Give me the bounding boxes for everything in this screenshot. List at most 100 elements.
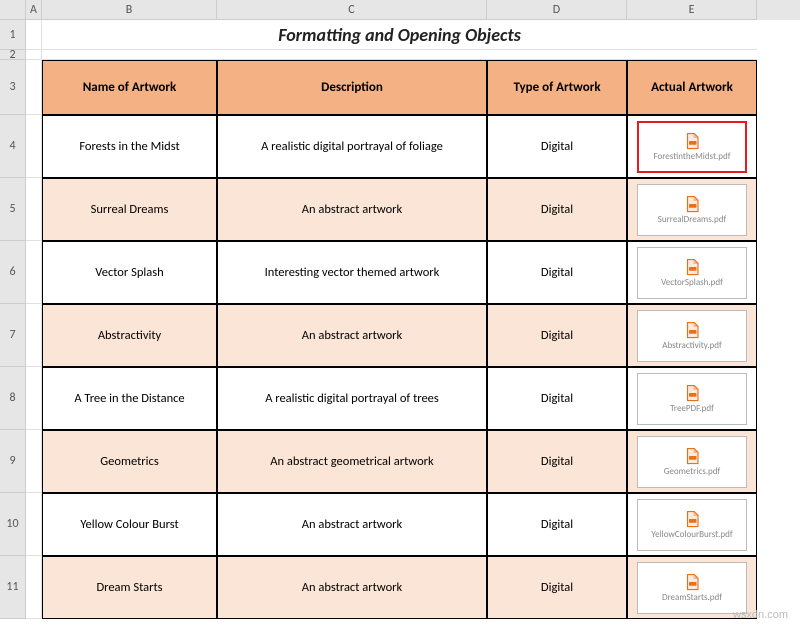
cell-name[interactable]: Vector Splash [42, 241, 217, 304]
cell-name[interactable]: Forests in the Midst [42, 115, 217, 178]
cell-artwork[interactable]: Abstractivity.pdf [627, 304, 757, 367]
embedded-pdf-object[interactable]: Abstractivity.pdf [637, 310, 747, 362]
row-header-4[interactable]: 4 [0, 115, 26, 178]
cell-description[interactable]: Interesting vector themed artwork [217, 241, 487, 304]
table-header-name[interactable]: Name of Artwork [42, 60, 217, 115]
row-header-7[interactable]: 7 [0, 304, 26, 367]
cell-type[interactable]: Digital [487, 178, 627, 241]
col-header-E[interactable]: E [627, 0, 757, 20]
row-header-9[interactable]: 9 [0, 430, 26, 493]
cell-type[interactable]: Digital [487, 493, 627, 556]
pdf-file-icon [683, 510, 701, 528]
embedded-file-label: TreePDF.pdf [670, 404, 714, 414]
cell-A6[interactable] [26, 241, 42, 304]
cell-description[interactable]: An abstract artwork [217, 493, 487, 556]
cell-A1[interactable] [26, 20, 42, 50]
table-row: 11 Dream StartsAn abstract artworkDigital… [0, 556, 800, 619]
col-header-D[interactable]: D [487, 0, 627, 20]
table-header-type[interactable]: Type of Artwork [487, 60, 627, 115]
cell-name[interactable]: Yellow Colour Burst [42, 493, 217, 556]
cell-A2[interactable] [26, 50, 42, 60]
cell-artwork[interactable]: Geometrics.pdf [627, 430, 757, 493]
cell-type[interactable]: Digital [487, 115, 627, 178]
spreadsheet-sheet: A B C D E 1 Formatting and Opening Objec… [0, 0, 800, 627]
column-header-row: A B C D E [0, 0, 800, 20]
embedded-pdf-object[interactable]: SurrealDreams.pdf [637, 184, 747, 236]
row-header-6[interactable]: 6 [0, 241, 26, 304]
cell-A10[interactable] [26, 493, 42, 556]
embedded-file-label: DreamStarts.pdf [662, 593, 722, 603]
embedded-file-label: VectorSplash.pdf [661, 278, 723, 288]
table-row: 7 AbstractivityAn abstract artworkDigital… [0, 304, 800, 367]
cell-type[interactable]: Digital [487, 556, 627, 619]
embedded-file-label: ForestintheMidst.pdf [654, 152, 731, 162]
pdf-file-icon [683, 447, 701, 465]
cell-artwork[interactable]: VectorSplash.pdf [627, 241, 757, 304]
cell-name[interactable]: Surreal Dreams [42, 178, 217, 241]
cell-description[interactable]: An abstract artwork [217, 556, 487, 619]
row-header-11[interactable]: 11 [0, 556, 26, 619]
cell-A11[interactable] [26, 556, 42, 619]
table-row: 10 Yellow Colour BurstAn abstract artwork… [0, 493, 800, 556]
row-header-10[interactable]: 10 [0, 493, 26, 556]
pdf-file-icon [683, 258, 701, 276]
cell-type[interactable]: Digital [487, 367, 627, 430]
cell-name[interactable]: Dream Starts [42, 556, 217, 619]
embedded-pdf-object[interactable]: YellowColourBurst.pdf [637, 499, 747, 551]
table-header-description[interactable]: Description [217, 60, 487, 115]
cell-A8[interactable] [26, 367, 42, 430]
embedded-pdf-object[interactable]: Geometrics.pdf [637, 436, 747, 488]
page-title[interactable]: Formatting and Opening Objects [42, 20, 757, 50]
table-row: 5 Surreal DreamsAn abstract artworkDigita… [0, 178, 800, 241]
embedded-pdf-object[interactable]: ForestintheMidst.pdf [637, 121, 747, 173]
table-header-actual[interactable]: Actual Artwork [627, 60, 757, 115]
row-header-2[interactable]: 2 [0, 50, 26, 60]
cell-description[interactable]: An abstract geometrical artwork [217, 430, 487, 493]
row-header-8[interactable]: 8 [0, 367, 26, 430]
watermark: wsxdn.com [733, 609, 788, 621]
cell-A7[interactable] [26, 304, 42, 367]
table-row: 9 GeometricsAn abstract geometrical artwo… [0, 430, 800, 493]
row-header-1[interactable]: 1 [0, 20, 26, 50]
embedded-pdf-object[interactable]: DreamStarts.pdf [637, 562, 747, 614]
pdf-file-icon [683, 384, 701, 402]
cell-description[interactable]: A realistic digital portrayal of trees [217, 367, 487, 430]
table-row: 8 A Tree in the DistanceA realistic digit… [0, 367, 800, 430]
cell-artwork[interactable]: TreePDF.pdf [627, 367, 757, 430]
select-all-corner[interactable] [0, 0, 26, 20]
cell-artwork[interactable]: ForestintheMidst.pdf [627, 115, 757, 178]
table-row: 4 Forests in the MidstA realistic digital… [0, 115, 800, 178]
cell-type[interactable]: Digital [487, 241, 627, 304]
cell-name[interactable]: A Tree in the Distance [42, 367, 217, 430]
cell-A4[interactable] [26, 115, 42, 178]
cell-A9[interactable] [26, 430, 42, 493]
cell-description[interactable]: An abstract artwork [217, 304, 487, 367]
cell-name[interactable]: Abstractivity [42, 304, 217, 367]
embedded-file-label: SurrealDreams.pdf [658, 215, 726, 225]
cell-description[interactable]: An abstract artwork [217, 178, 487, 241]
pdf-file-icon [683, 132, 701, 150]
embedded-file-label: Abstractivity.pdf [662, 341, 722, 351]
cell-type[interactable]: Digital [487, 430, 627, 493]
embedded-pdf-object[interactable]: TreePDF.pdf [637, 373, 747, 425]
col-header-C[interactable]: C [217, 0, 487, 20]
cell-gap-2[interactable] [42, 50, 757, 60]
table-row: 6 Vector SplashInteresting vector themed … [0, 241, 800, 304]
col-header-A[interactable]: A [26, 0, 42, 20]
cell-artwork[interactable]: YellowColourBurst.pdf [627, 493, 757, 556]
embedded-pdf-object[interactable]: VectorSplash.pdf [637, 247, 747, 299]
pdf-file-icon [683, 321, 701, 339]
col-header-B[interactable]: B [42, 0, 217, 20]
cell-type[interactable]: Digital [487, 304, 627, 367]
embedded-file-label: YellowColourBurst.pdf [651, 530, 732, 540]
pdf-file-icon [683, 195, 701, 213]
row-header-3[interactable]: 3 [0, 60, 26, 115]
cell-description[interactable]: A realistic digital portrayal of foliage [217, 115, 487, 178]
cell-name[interactable]: Geometrics [42, 430, 217, 493]
cell-A3[interactable] [26, 60, 42, 115]
embedded-file-label: Geometrics.pdf [664, 467, 721, 477]
cell-artwork[interactable]: SurrealDreams.pdf [627, 178, 757, 241]
pdf-file-icon [683, 573, 701, 591]
cell-A5[interactable] [26, 178, 42, 241]
row-header-5[interactable]: 5 [0, 178, 26, 241]
